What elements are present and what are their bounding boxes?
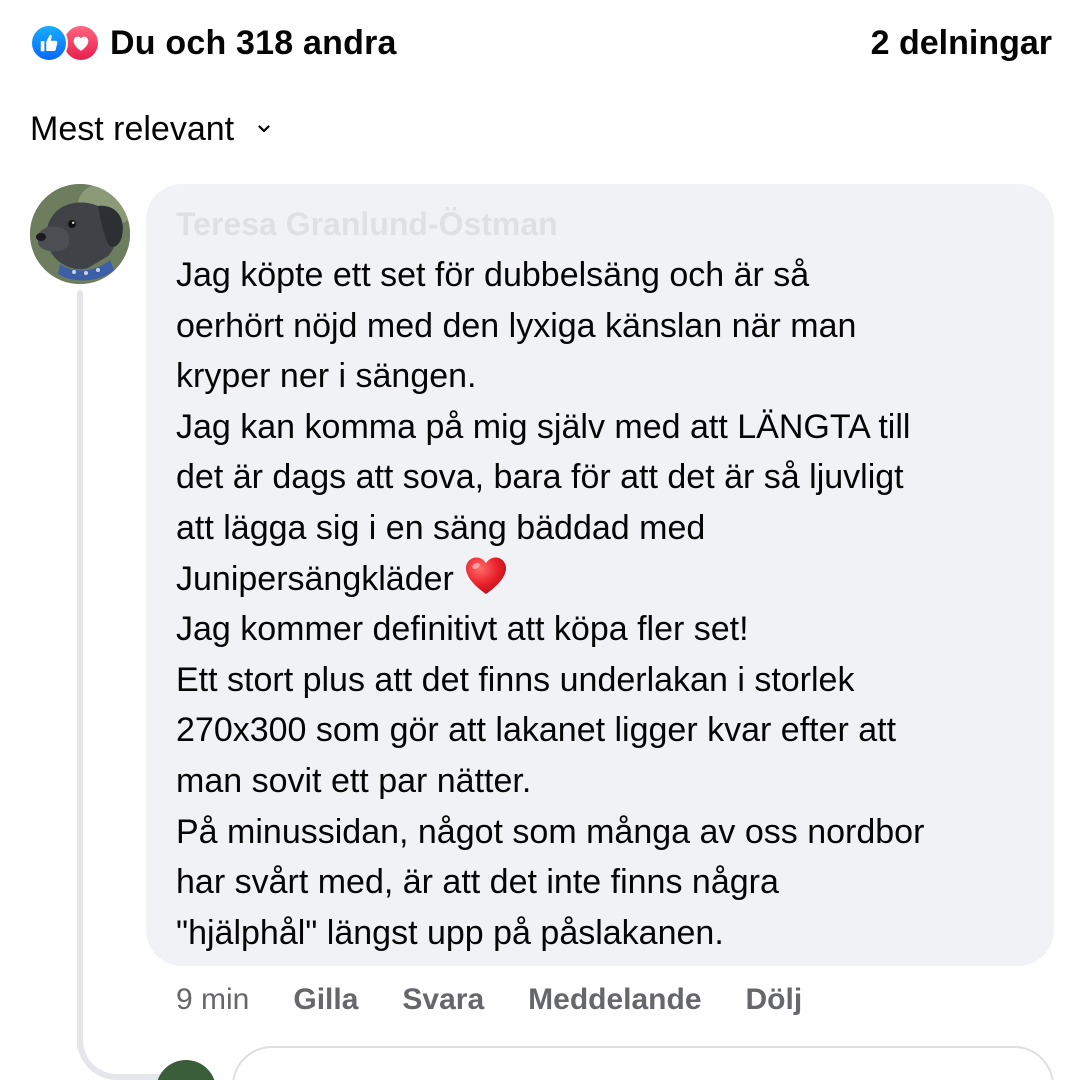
comment-line: Ett stort plus att det finns underlakan … <box>176 660 855 699</box>
like-icon <box>30 24 68 62</box>
comment-line: Jag kommer definitivt att köpa fler set! <box>176 610 749 649</box>
comment-line: Jag köpte ett set för dubbelsäng och är … <box>176 256 810 294</box>
commenter-avatar[interactable] <box>30 184 130 284</box>
reaction-icons <box>30 24 100 62</box>
thread-line <box>77 290 83 1050</box>
comment-actions: 9 min Gilla Svara Meddelande Dölj <box>176 978 846 1022</box>
reply-button[interactable]: Svara <box>402 983 484 1017</box>
comment-author-name[interactable]: Teresa Granlund-Östman <box>176 204 1024 248</box>
comment-line: att lägga sig i en säng bäddad med <box>176 508 706 547</box>
reactions-count-text: Du och 318 andra <box>110 23 397 62</box>
hide-button[interactable]: Dölj <box>746 983 803 1017</box>
comment-line: oerhört nöjd med den lyxiga känslan när … <box>176 306 857 345</box>
comment-line: kryper ner i sängen. <box>176 357 477 396</box>
comment-line-with-emoji: Junipersängkläder <box>176 554 1024 605</box>
comment-bubble: Teresa Granlund-Östman Jag köpte ett set… <box>146 184 1054 966</box>
red-heart-emoji-icon <box>464 556 508 596</box>
comment-line: 270x300 som gör att lakanet ligger kvar … <box>176 711 897 750</box>
comment-line: det är dags att sova, bara för att det ä… <box>176 458 904 497</box>
comment-line: "hjälphål" längst upp på påslakanen. <box>176 913 724 952</box>
chevron-down-icon <box>256 121 272 137</box>
sort-dropdown[interactable]: Mest relevant <box>30 104 272 154</box>
comment-body: Jag köpte ett set för dubbelsäng och är … <box>176 250 1024 958</box>
comment-timestamp[interactable]: 9 min <box>176 983 249 1017</box>
comment-line: man sovit ett par nätter. <box>176 761 532 800</box>
thread-connector <box>77 1000 167 1080</box>
reply-input[interactable] <box>232 1046 1054 1080</box>
comments-panel: Du och 318 andra 2 delningar Mest releva… <box>0 0 1080 1080</box>
comment-line: Jag kan komma på mig själv med att LÄNGT… <box>176 407 911 446</box>
comment-line: På minussidan, något som många av oss no… <box>176 812 925 851</box>
reactions-summary[interactable]: Du och 318 andra <box>30 24 397 63</box>
dog-avatar-icon <box>30 184 130 284</box>
like-button[interactable]: Gilla <box>293 983 358 1017</box>
shares-count[interactable]: 2 delningar <box>871 24 1052 63</box>
message-button[interactable]: Meddelande <box>528 983 701 1017</box>
comment-line-text: Junipersängkläder <box>176 559 454 598</box>
reaction-summary-bar: Du och 318 andra 2 delningar <box>30 18 1052 68</box>
sort-label: Mest relevant <box>30 109 235 148</box>
comment-line: har svårt med, är att det inte finns någ… <box>176 863 779 902</box>
